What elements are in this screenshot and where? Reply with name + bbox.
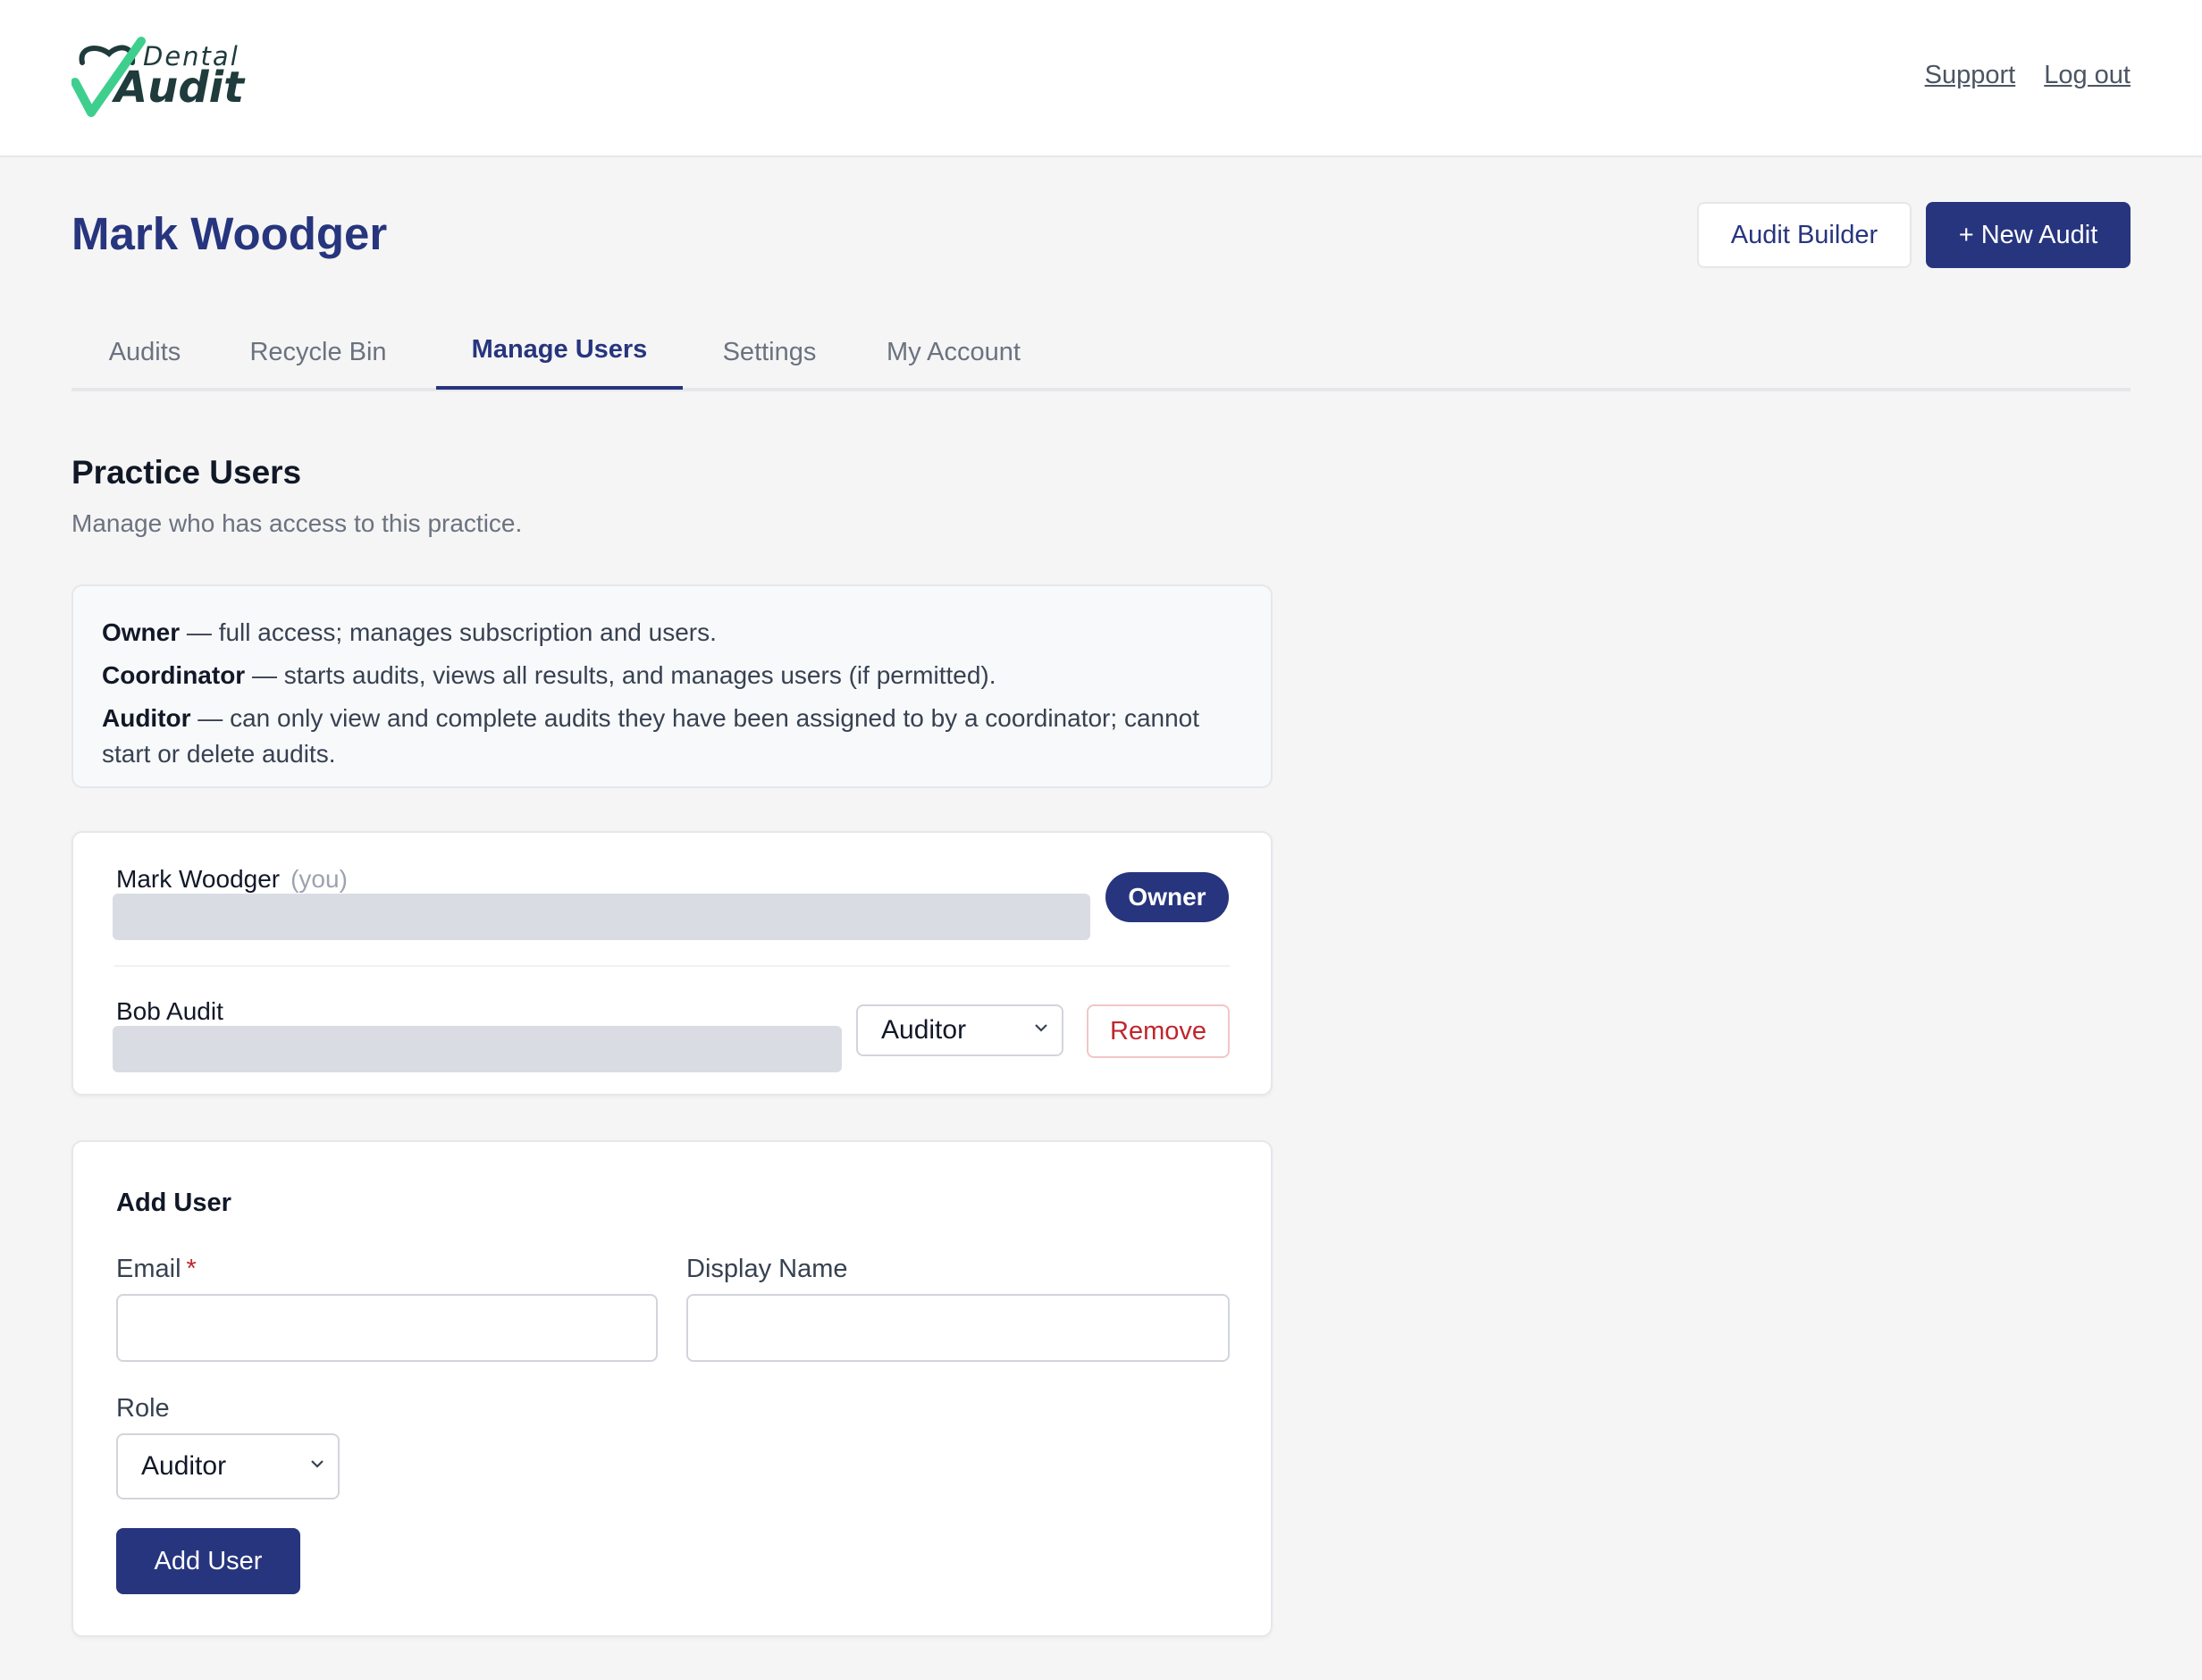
role-desc: — full access; manages subscription and … bbox=[180, 618, 717, 646]
section-subtitle: Manage who has access to this practice. bbox=[71, 509, 523, 537]
required-marker: * bbox=[186, 1255, 197, 1283]
role-name: Auditor bbox=[102, 704, 191, 732]
new-user-role-select[interactable]: Auditor bbox=[116, 1433, 340, 1499]
tab-manage-users[interactable]: Manage Users bbox=[436, 313, 683, 390]
redacted-email bbox=[113, 894, 1090, 940]
logout-link[interactable]: Log out bbox=[2044, 61, 2131, 90]
add-user-card: Add User Email * Display Name Role Audito… bbox=[71, 1140, 1273, 1637]
role-name: Coordinator bbox=[102, 661, 246, 689]
top-links: Support Log out bbox=[1925, 61, 2131, 90]
role-info-owner: Owner — full access; manages subscriptio… bbox=[102, 611, 1242, 654]
add-user-title: Add User bbox=[116, 1189, 231, 1217]
roles-info-box: Owner — full access; manages subscriptio… bbox=[71, 584, 1273, 788]
support-link[interactable]: Support bbox=[1925, 61, 2016, 90]
user-name: Bob Audit bbox=[116, 997, 223, 1025]
email-label-text: Email bbox=[116, 1255, 181, 1283]
top-bar: Dental Audit Support Log out bbox=[0, 0, 2202, 157]
role-desc: — can only view and complete audits they… bbox=[102, 704, 1200, 768]
role-desc: — starts audits, views all results, and … bbox=[245, 661, 996, 689]
role-label: Role bbox=[116, 1394, 170, 1423]
tab-audits[interactable]: Audits bbox=[71, 313, 218, 391]
role-info-auditor: Auditor — can only view and complete aud… bbox=[102, 701, 1242, 772]
redacted-email bbox=[113, 1026, 842, 1072]
selected-role: Auditor bbox=[881, 1015, 967, 1045]
row-divider bbox=[114, 965, 1230, 967]
user-role-select[interactable]: Auditor bbox=[856, 1004, 1063, 1056]
role-info-coordinator: Coordinator — starts audits, views all r… bbox=[102, 654, 1242, 697]
email-field[interactable] bbox=[116, 1294, 658, 1362]
role-name: Owner bbox=[102, 618, 181, 646]
logo-audit-text: Audit bbox=[114, 63, 245, 113]
add-user-button[interactable]: Add User bbox=[116, 1528, 300, 1594]
user-name: Mark Woodger bbox=[116, 865, 281, 893]
tab-bar: Audits Recycle Bin Manage Users Settings… bbox=[71, 313, 2131, 391]
email-label: Email * bbox=[116, 1255, 197, 1284]
selected-role: Auditor bbox=[141, 1451, 227, 1481]
tab-recycle-bin[interactable]: Recycle Bin bbox=[238, 313, 399, 391]
page-title: Mark Woodger bbox=[71, 208, 388, 259]
users-list-card: Mark Woodger (you) Owner Bob Audit Audito… bbox=[71, 831, 1273, 1096]
dental-audit-logo[interactable]: Dental Audit bbox=[71, 36, 250, 125]
new-audit-button[interactable]: + New Audit bbox=[1926, 202, 2131, 268]
display-name-label: Display Name bbox=[686, 1255, 848, 1283]
tab-settings[interactable]: Settings bbox=[697, 313, 842, 391]
chevron-down-icon bbox=[1035, 1024, 1047, 1032]
tab-my-account[interactable]: My Account bbox=[869, 313, 1038, 391]
you-label: (you) bbox=[290, 865, 348, 893]
section-title: Practice Users bbox=[71, 454, 302, 491]
owner-badge: Owner bbox=[1105, 872, 1229, 922]
audit-builder-button[interactable]: Audit Builder bbox=[1697, 202, 1912, 268]
display-name-field[interactable] bbox=[686, 1294, 1230, 1362]
user-row-name: Mark Woodger (you) bbox=[116, 865, 348, 894]
remove-user-button[interactable]: Remove bbox=[1087, 1004, 1230, 1058]
chevron-down-icon bbox=[311, 1460, 324, 1468]
